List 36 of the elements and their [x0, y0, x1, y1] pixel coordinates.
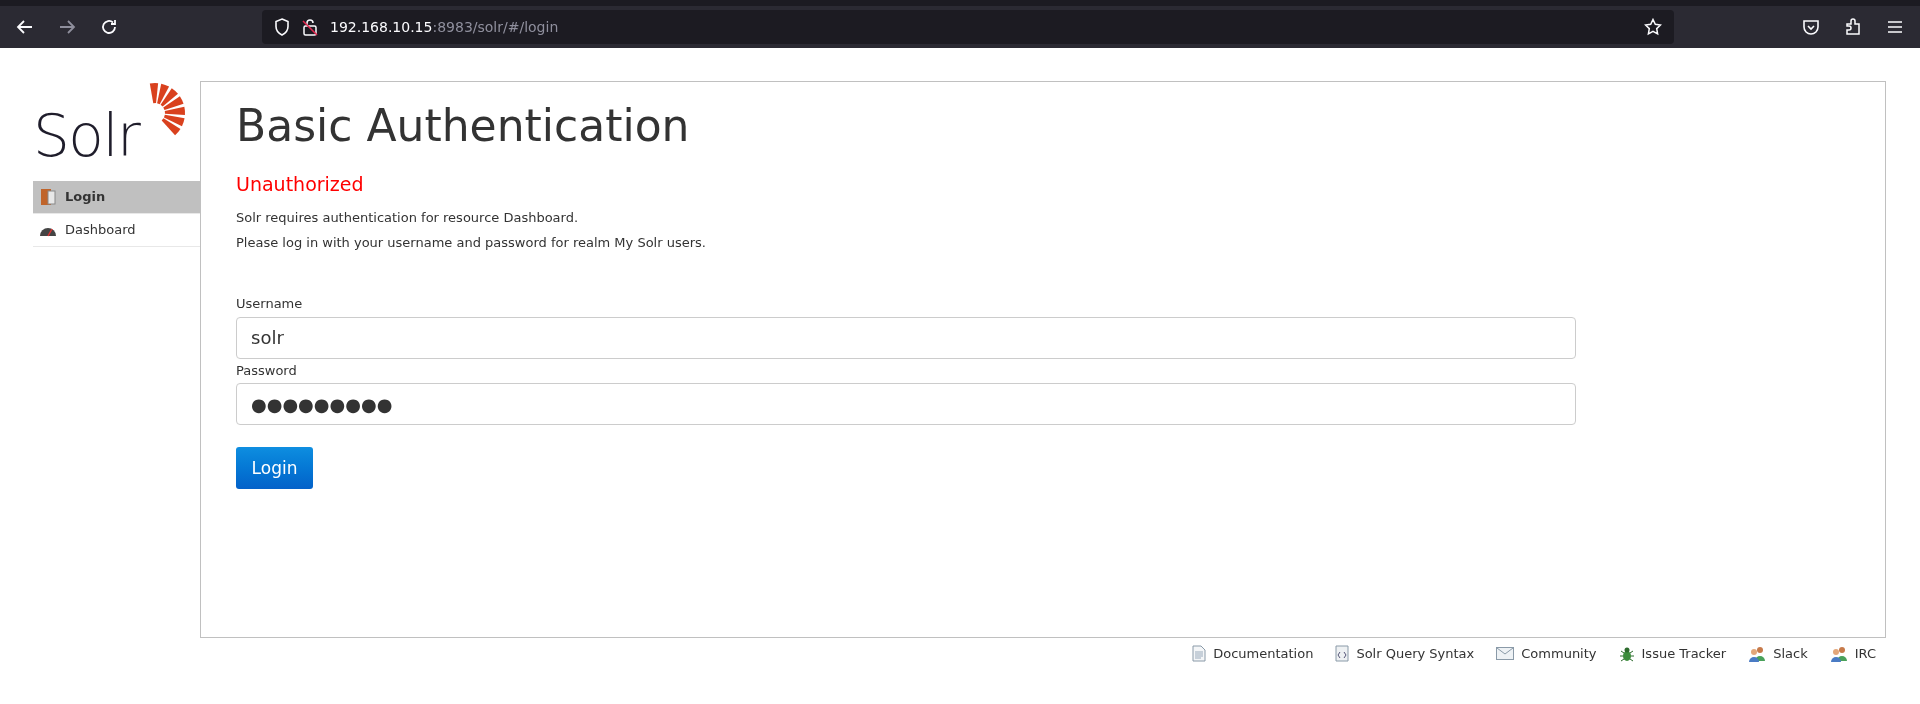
- field-label: Username: [236, 295, 304, 314]
- pocket-icon[interactable]: [1802, 18, 1820, 36]
- input-field[interactable]: solr: [236, 316, 1576, 359]
- insecure-lock-icon[interactable]: [302, 18, 318, 36]
- menu-icon[interactable]: [1886, 18, 1904, 36]
- footer-link[interactable]: Slack: [1748, 644, 1808, 664]
- login-button[interactable]: Login: [236, 447, 313, 490]
- people-icon: [1748, 645, 1767, 662]
- envelope-icon: [1496, 647, 1515, 661]
- field-label: Password: [236, 361, 298, 380]
- footer-link[interactable]: Issue Tracker: [1618, 644, 1727, 664]
- people-icon: [1829, 645, 1848, 662]
- info-text: Solr requires authentication for resource Dashboard.: [236, 209, 580, 228]
- back-arrow-icon[interactable]: [16, 18, 34, 36]
- puzzle-icon[interactable]: [1844, 18, 1862, 36]
- url-text: 192.168.10.15:8983/solr/#/login: [330, 17, 559, 37]
- door-icon: [39, 188, 57, 206]
- sidebar-item[interactable]: Login: [33, 181, 200, 214]
- footer-link[interactable]: Documentation: [1192, 644, 1314, 664]
- info-text: Please log in with your username and password for realm My Solr users.: [236, 233, 707, 252]
- forward-arrow-icon[interactable]: [58, 18, 76, 36]
- error-message: Unauthorized: [236, 171, 365, 197]
- reload-icon[interactable]: [100, 18, 118, 36]
- shield-icon[interactable]: [274, 18, 290, 36]
- sidebar-item[interactable]: Dashboard: [33, 214, 200, 247]
- page-title: Basic Authentication: [236, 100, 691, 153]
- footer-link[interactable]: IRC: [1829, 644, 1876, 664]
- code-file-icon: [1335, 645, 1350, 663]
- footer-link[interactable]: Community: [1496, 644, 1597, 664]
- solr-logo[interactable]: Solr: [33, 81, 188, 165]
- address-bar[interactable]: 192.168.10.15:8983/solr/#/login: [262, 10, 1674, 44]
- document-icon: [1192, 645, 1207, 663]
- bug-icon: [1618, 645, 1635, 663]
- star-icon[interactable]: [1644, 18, 1662, 36]
- footer-link[interactable]: Solr Query Syntax: [1335, 644, 1475, 664]
- input-field[interactable]: ●●●●●●●●●: [236, 383, 1576, 426]
